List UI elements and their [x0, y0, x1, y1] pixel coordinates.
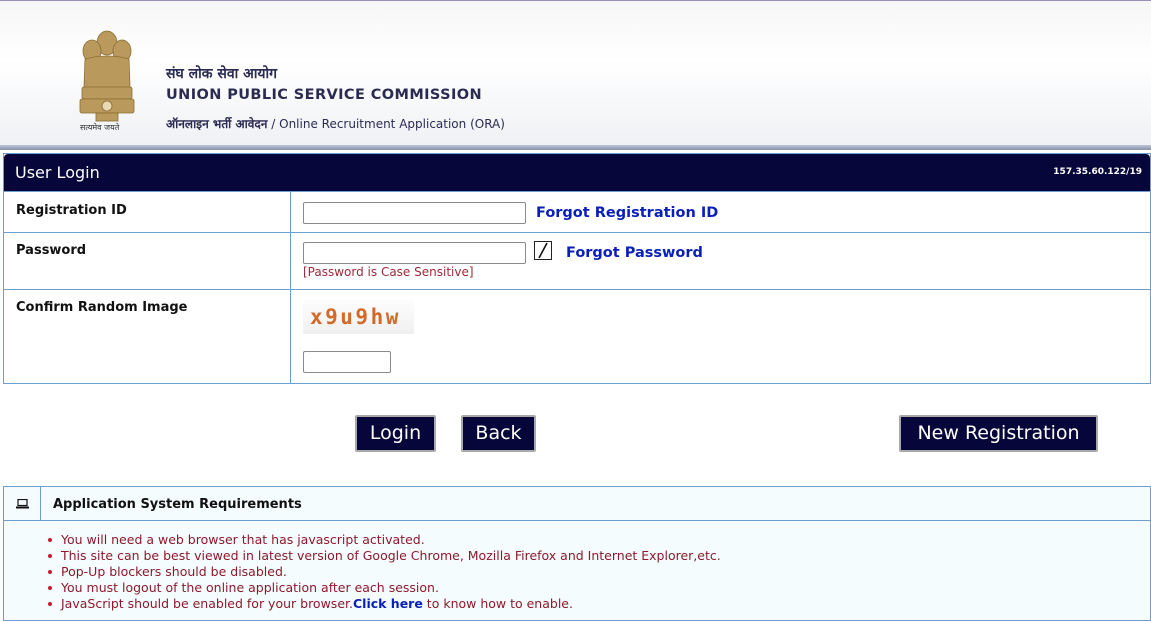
requirement-item: Pop-Up blockers should be disabled.: [48, 564, 721, 580]
laptop-icon: [16, 499, 29, 509]
captcha-label: Confirm Random Image: [16, 300, 188, 315]
forgot-password-link[interactable]: Forgot Password: [566, 245, 703, 261]
password-case-note: [Password is Case Sensitive]: [303, 265, 474, 279]
requirement-item: You must logout of the online applicatio…: [48, 580, 721, 596]
requirement-item-javascript: JavaScript should be enabled for your br…: [48, 596, 721, 612]
requirements-title: Application System Requirements: [53, 497, 302, 512]
show-password-checkbox[interactable]: [534, 241, 552, 260]
password-row: Password Forgot Password [Password is Ca…: [4, 232, 1150, 289]
password-label-cell: Password: [4, 233, 291, 289]
requirements-icon-cell: [4, 487, 41, 521]
header-hindi-title: संघ लोक सेवा आयोग: [166, 66, 278, 82]
password-input[interactable]: [303, 242, 526, 264]
login-panel: User Login 157.35.60.122/19 Registration…: [3, 153, 1151, 384]
forgot-registration-id-link[interactable]: Forgot Registration ID: [536, 205, 718, 221]
registration-id-label-cell: Registration ID: [4, 192, 291, 232]
system-requirements-panel: Application System Requirements You will…: [3, 486, 1151, 621]
requirements-header: Application System Requirements: [4, 487, 1150, 521]
requirement-js-suffix: to know how to enable.: [422, 596, 573, 611]
header-divider: [0, 145, 1151, 150]
click-here-link[interactable]: Click here: [353, 596, 423, 611]
new-registration-button[interactable]: New Registration: [899, 415, 1098, 452]
captcha-image: x9u9hw: [303, 300, 414, 334]
emblem-caption: सत्यमेव जयते: [80, 123, 120, 132]
captcha-label-cell: Confirm Random Image: [4, 290, 291, 383]
requirement-item: You will need a web browser that has jav…: [48, 532, 721, 548]
back-button[interactable]: Back: [461, 415, 536, 452]
password-label: Password: [16, 243, 87, 258]
requirement-item: This site can be best viewed in latest v…: [48, 548, 721, 563]
captcha-input[interactable]: [303, 351, 391, 373]
registration-id-input[interactable]: [303, 202, 526, 224]
requirements-list: You will need a web browser that has jav…: [48, 532, 721, 612]
site-header: सत्यमेव जयते संघ लोक सेवा आयोग UNION PUB…: [0, 0, 1151, 150]
server-ip: 157.35.60.122/19: [1053, 167, 1142, 177]
checkbox-slash-icon: [538, 242, 548, 259]
ashoka-emblem-logo: [79, 30, 135, 122]
login-button[interactable]: Login: [355, 415, 436, 452]
header-subtitle: ऑनलाइन भर्ती आवेदन / Online Recruitment …: [166, 115, 505, 132]
login-title: User Login: [15, 163, 100, 182]
login-panel-header: User Login 157.35.60.122/19: [4, 154, 1150, 191]
captcha-row: Confirm Random Image: [4, 289, 1150, 383]
header-english-title: UNION PUBLIC SERVICE COMMISSION: [166, 87, 483, 103]
requirement-js-text: JavaScript should be enabled for your br…: [61, 596, 353, 611]
header-subtitle-sep: /: [267, 117, 280, 131]
registration-id-row: Registration ID Forgot Registration ID: [4, 191, 1150, 232]
header-subtitle-hindi: ऑनलाइन भर्ती आवेदन: [166, 117, 268, 131]
header-subtitle-english: Online Recruitment Application (ORA): [279, 117, 505, 131]
registration-id-label: Registration ID: [16, 203, 127, 218]
